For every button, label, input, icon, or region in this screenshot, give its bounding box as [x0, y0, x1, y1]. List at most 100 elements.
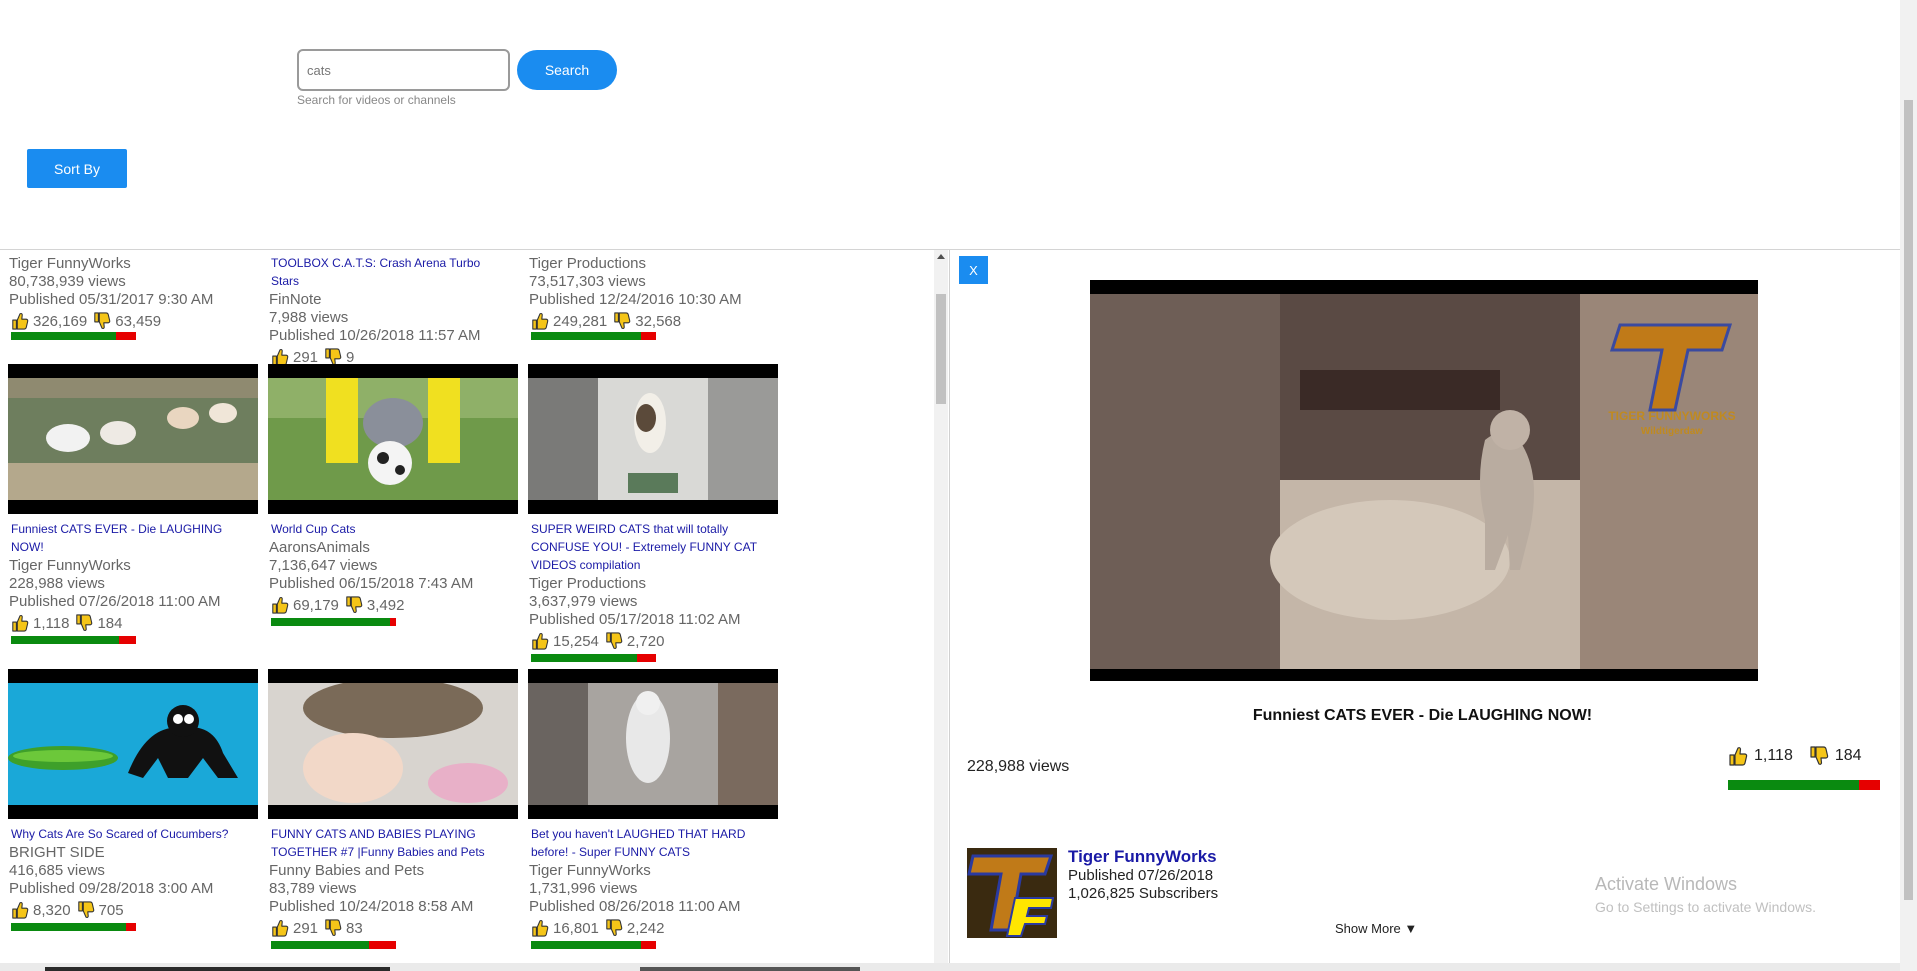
- thumbs-up-icon[interactable]: [531, 919, 549, 937]
- thumbs-down-icon[interactable]: [75, 614, 93, 632]
- thumbs-up-icon[interactable]: [271, 596, 289, 614]
- channel-name[interactable]: Tiger Productions: [529, 255, 646, 273]
- channel-name-link[interactable]: Tiger FunnyWorks: [1068, 847, 1217, 867]
- thumbs-down-icon[interactable]: [605, 632, 623, 650]
- video-card[interactable]: World Cup Cats AaronsAnimals 7,136,647 v…: [268, 364, 520, 654]
- page-scrollbar-thumb[interactable]: [1904, 100, 1913, 900]
- channel-name[interactable]: FinNote: [269, 291, 322, 309]
- publish-date: Published 06/15/2018 7:43 AM: [269, 575, 474, 592]
- like-ratio-fill: [531, 332, 641, 340]
- channel-name[interactable]: BRIGHT SIDE: [9, 844, 105, 862]
- publish-date: Published 10/26/2018 11:57 AM: [269, 327, 481, 344]
- video-title-link[interactable]: Why Cats Are So Scared of Cucumbers?: [11, 825, 251, 843]
- channel-name[interactable]: AaronsAnimals: [269, 539, 370, 557]
- video-card[interactable]: SUPER WEIRD CATS that will totally CONFU…: [528, 364, 780, 662]
- like-count: 69,179: [293, 596, 339, 614]
- video-thumbnail[interactable]: [8, 364, 258, 514]
- thumbs-up-icon[interactable]: [11, 614, 29, 632]
- video-player[interactable]: TIGER FUNNYWORKS Wildtigerdaw: [1090, 280, 1758, 681]
- publish-date: Published 05/17/2018 11:02 AM: [529, 611, 741, 628]
- detail-vote-counts: 1,118 184: [1728, 746, 1862, 766]
- view-count: 80,738,939 views: [9, 273, 126, 290]
- dislike-ratio-fill: [126, 923, 136, 931]
- video-thumbnail[interactable]: [268, 669, 518, 819]
- thumbs-down-icon[interactable]: [613, 312, 631, 330]
- dislike-ratio-fill: [369, 941, 396, 949]
- close-detail-button[interactable]: X: [959, 256, 988, 284]
- dislike-ratio-fill: [641, 941, 656, 949]
- dislike-count: 2,242: [626, 919, 665, 937]
- channel-published: Published 07/26/2018: [1068, 867, 1214, 884]
- detail-like-ratio-bar: [1728, 780, 1880, 790]
- view-count: 7,988 views: [269, 309, 349, 326]
- dislike-ratio-fill: [116, 332, 136, 340]
- video-thumbnail[interactable]: [528, 669, 778, 819]
- thumbs-up-icon[interactable]: [11, 901, 29, 919]
- publish-date: Published 08/26/2018 11:00 AM: [529, 898, 741, 915]
- video-thumbnail[interactable]: [268, 364, 518, 514]
- video-title-link[interactable]: TOOLBOX C.A.T.S: Crash Arena Turbo Stars: [271, 254, 511, 290]
- like-ratio-fill: [531, 941, 641, 949]
- like-ratio-fill: [531, 654, 637, 662]
- thumbs-up-icon[interactable]: [11, 312, 29, 330]
- video-title-link[interactable]: World Cup Cats: [271, 520, 511, 538]
- thumbs-down-icon[interactable]: [93, 312, 111, 330]
- view-count: 7,136,647 views: [269, 557, 378, 574]
- channel-name[interactable]: Tiger FunnyWorks: [9, 255, 131, 273]
- like-ratio-bar: [531, 941, 656, 949]
- channel-name[interactable]: Tiger Productions: [529, 575, 646, 593]
- dislike-ratio-fill: [637, 654, 656, 662]
- like-ratio-bar: [11, 636, 136, 644]
- like-count: 16,801: [553, 919, 599, 937]
- channel-name[interactable]: Tiger FunnyWorks: [9, 557, 131, 575]
- video-card[interactable]: Bet you haven't LAUGHED THAT HARD before…: [528, 669, 780, 959]
- thumbs-up-icon[interactable]: [271, 919, 289, 937]
- thumbs-down-icon[interactable]: [77, 901, 95, 919]
- video-title-link[interactable]: Bet you haven't LAUGHED THAT HARD before…: [531, 825, 771, 861]
- channel-avatar[interactable]: [967, 848, 1057, 938]
- publish-date: Published 09/28/2018 3:00 AM: [9, 880, 214, 897]
- thumbs-down-icon[interactable]: [324, 919, 342, 937]
- thumbs-up-icon[interactable]: [1728, 746, 1748, 766]
- channel-name[interactable]: Tiger FunnyWorks: [529, 862, 651, 880]
- show-more-toggle[interactable]: Show More ▼: [1335, 921, 1417, 936]
- thumbs-down-icon[interactable]: [1809, 746, 1829, 766]
- dislike-count: 705: [98, 901, 124, 919]
- video-card[interactable]: FUNNY CATS AND BABIES PLAYING TOGETHER #…: [268, 669, 520, 959]
- scrollbar-thumb[interactable]: [936, 294, 946, 404]
- dislike-count: 83: [346, 919, 363, 937]
- page-scrollbar[interactable]: [1900, 0, 1917, 971]
- view-count: 228,988 views: [9, 575, 105, 592]
- detail-dislike-count: 184: [1834, 747, 1862, 764]
- vote-counts: 249,281 32,568: [531, 311, 687, 331]
- like-ratio-fill: [11, 636, 119, 644]
- video-card[interactable]: Funniest CATS EVER - Die LAUGHING NOW! T…: [8, 364, 260, 654]
- thumbs-down-icon[interactable]: [605, 919, 623, 937]
- thumbs-up-icon[interactable]: [531, 312, 549, 330]
- view-count: 3,637,979 views: [529, 593, 638, 610]
- like-ratio-bar: [531, 332, 656, 340]
- detail-view-count: 228,988 views: [967, 758, 1070, 775]
- like-ratio-fill: [271, 618, 390, 626]
- search-button[interactable]: Search: [517, 50, 617, 90]
- like-ratio-fill: [11, 332, 116, 340]
- video-watermark-subtext: Wildtigerdaw: [1641, 426, 1703, 437]
- video-title-link[interactable]: SUPER WEIRD CATS that will totally CONFU…: [531, 520, 771, 574]
- results-scrollbar[interactable]: [934, 250, 948, 963]
- search-input[interactable]: [297, 49, 510, 91]
- video-thumbnail[interactable]: [528, 364, 778, 514]
- sort-by-button[interactable]: Sort By: [27, 149, 127, 188]
- thumbs-up-icon[interactable]: [531, 632, 549, 650]
- video-title-link[interactable]: FUNNY CATS AND BABIES PLAYING TOGETHER #…: [271, 825, 511, 861]
- activate-windows-title: Activate Windows: [1595, 874, 1738, 894]
- video-card[interactable]: Why Cats Are So Scared of Cucumbers? BRI…: [8, 669, 260, 959]
- publish-date: Published 12/24/2016 10:30 AM: [529, 291, 742, 308]
- results-grid[interactable]: Tiger FunnyWorks 80,738,939 views Publis…: [0, 250, 932, 963]
- video-title-link[interactable]: Funniest CATS EVER - Die LAUGHING NOW!: [11, 520, 251, 556]
- video-thumbnail[interactable]: [8, 669, 258, 819]
- thumbs-down-icon[interactable]: [345, 596, 363, 614]
- dislike-count: 184: [97, 614, 123, 632]
- like-count: 291: [293, 919, 319, 937]
- channel-name[interactable]: Funny Babies and Pets: [269, 862, 424, 880]
- scroll-up-arrow[interactable]: [937, 254, 945, 259]
